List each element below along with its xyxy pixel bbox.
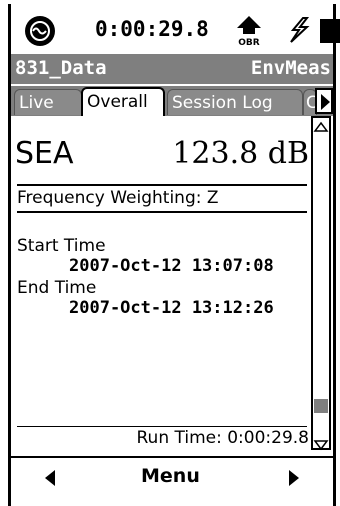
power-icon — [287, 16, 311, 50]
vertical-scrollbar[interactable] — [311, 116, 331, 451]
elapsed-time: 0:00:29.8 — [95, 17, 209, 41]
tab-session-log[interactable]: Session Log — [167, 89, 303, 115]
start-time-value: 2007-Oct-12 13:07:08 — [69, 256, 274, 276]
tab-live[interactable]: Live — [14, 89, 82, 115]
arrow-left-icon — [45, 470, 55, 486]
scroll-up-button[interactable] — [313, 118, 329, 132]
metric-label: SEA — [15, 136, 74, 171]
status-bar: 0:00:29.8 OBR — [11, 14, 340, 52]
scroll-thumb[interactable] — [314, 398, 328, 413]
tab-strip: Live Overall Session Log C — [11, 86, 333, 116]
metric-value: 123.8 dB — [172, 136, 309, 171]
title-bar: 831_Data EnvMeas — [11, 54, 333, 84]
frequency-weighting: Frequency Weighting: Z — [17, 188, 219, 208]
chevron-right-icon — [321, 94, 330, 110]
overload-label: OBR — [238, 38, 260, 48]
meter-logo-icon — [25, 16, 55, 46]
overload-indicator-icon: OBR — [235, 14, 263, 48]
previous-button[interactable] — [43, 469, 57, 491]
scroll-down-button[interactable] — [313, 436, 329, 451]
start-time-label: Start Time — [17, 236, 106, 256]
meter-screen: 0:00:29.8 OBR 831_Data EnvMeas Live Over… — [0, 0, 340, 506]
battery-icon — [320, 19, 340, 43]
measurement-mode: EnvMeas — [250, 57, 331, 79]
bottom-nav: Menu — [11, 456, 333, 496]
tab-overall[interactable]: Overall — [81, 87, 165, 116]
overall-panel: SEA 123.8 dB Frequency Weighting: Z Star… — [11, 116, 311, 454]
tab-scroll-right-button[interactable] — [315, 88, 333, 114]
chevron-down-icon — [313, 440, 329, 451]
divider — [17, 426, 307, 427]
file-name: 831_Data — [15, 57, 107, 79]
divider — [17, 184, 307, 186]
arrow-right-icon — [289, 470, 299, 486]
menu-button[interactable]: Menu — [141, 465, 200, 487]
run-time: Run Time: 0:00:29.8 — [136, 428, 310, 448]
end-time-value: 2007-Oct-12 13:12:26 — [69, 298, 274, 318]
divider — [17, 211, 307, 213]
end-time-label: End Time — [17, 278, 97, 298]
chevron-up-icon — [313, 121, 329, 132]
next-button[interactable] — [287, 469, 301, 491]
